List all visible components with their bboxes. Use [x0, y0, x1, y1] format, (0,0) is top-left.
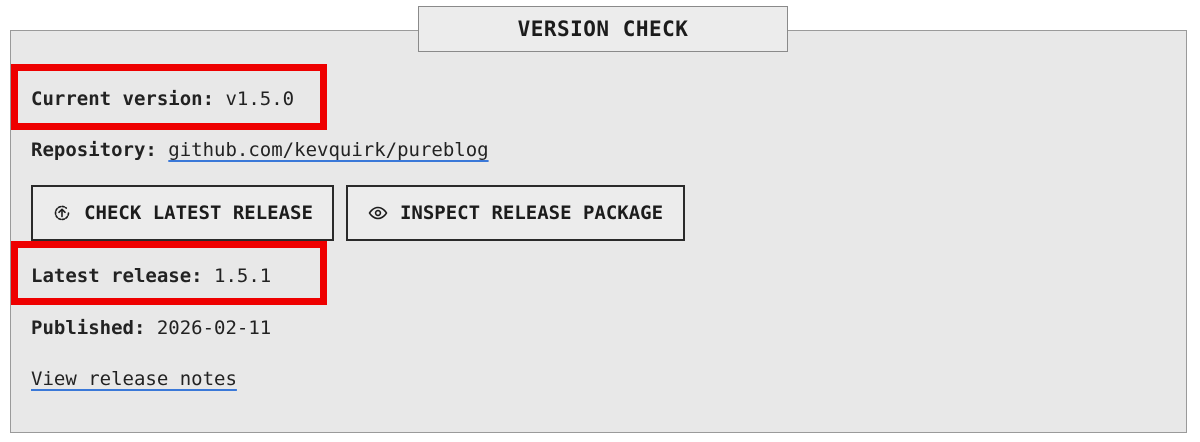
view-release-notes-link[interactable]: View release notes	[31, 368, 237, 390]
published-value: 2026-02-11	[156, 317, 272, 339]
latest-release-value: 1.5.1	[214, 265, 272, 287]
check-latest-release-button[interactable]: CHECK LATEST RELEASE	[31, 185, 334, 241]
published-label: Published:	[31, 317, 146, 339]
inspect-release-package-label: INSPECT RELEASE PACKAGE	[399, 202, 664, 224]
latest-release-label: Latest release:	[31, 265, 203, 287]
version-check-page: VERSION CHECK Current version: v1.5.0 Re…	[0, 0, 1200, 442]
panel-title: VERSION CHECK	[418, 6, 788, 52]
upload-circle-icon	[52, 203, 72, 223]
release-notes-row: View release notes	[31, 367, 237, 391]
repository-row: Repository: github.com/kevquirk/pureblog	[31, 138, 489, 162]
eye-icon	[368, 203, 388, 223]
current-version-value: v1.5.0	[225, 88, 295, 110]
latest-release-row: Latest release: 1.5.1	[31, 264, 271, 288]
current-version-row: Current version: v1.5.0	[31, 87, 294, 111]
current-version-label: Current version:	[31, 88, 215, 110]
published-row: Published: 2026-02-11	[31, 316, 271, 340]
check-latest-release-label: CHECK LATEST RELEASE	[84, 202, 313, 224]
repository-label: Repository:	[31, 139, 157, 161]
inspect-release-package-button[interactable]: INSPECT RELEASE PACKAGE	[346, 185, 685, 241]
repository-link[interactable]: github.com/kevquirk/pureblog	[168, 139, 488, 161]
